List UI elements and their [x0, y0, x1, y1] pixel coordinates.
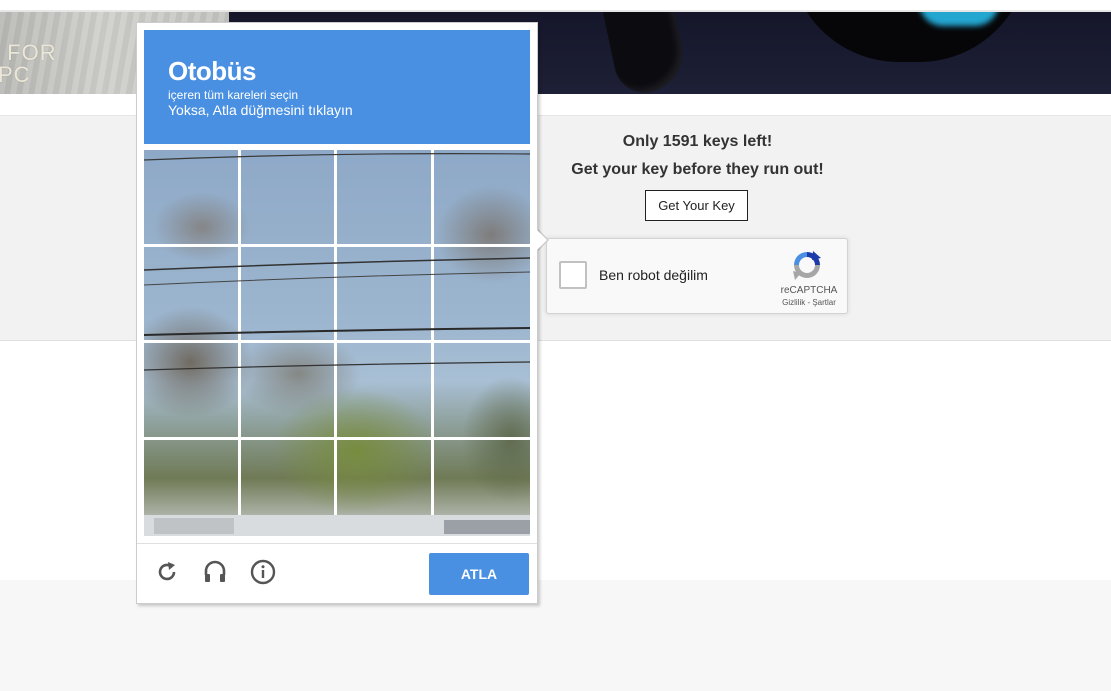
grid-tile[interactable]: [434, 440, 531, 537]
grid-tile[interactable]: [241, 439, 337, 536]
grid-tile[interactable]: [433, 247, 530, 343]
grid-tile[interactable]: [144, 246, 241, 343]
recaptcha-checkbox[interactable]: [559, 261, 587, 289]
grid-tile[interactable]: [337, 439, 434, 536]
grid-tile[interactable]: [337, 246, 434, 343]
challenge-instruction: içeren tüm kareleri seçin: [168, 88, 299, 102]
grid-tile[interactable]: [144, 343, 241, 440]
grid-tile[interactable]: [144, 439, 241, 536]
recaptcha-terms-link[interactable]: Gizlilik - Şartlar: [773, 298, 845, 307]
top-bar: [0, 0, 1111, 12]
banner-text: T FOR PC: [0, 42, 57, 86]
challenge-target-word: Otobüs: [168, 56, 257, 86]
recaptcha-brand: reCAPTCHA: [780, 285, 838, 296]
skip-button[interactable]: ATLA: [429, 553, 529, 595]
recaptcha-challenge-dialog: Otobüs içeren tüm kareleri seçin Yoksa, …: [136, 22, 538, 604]
grid-tile[interactable]: [337, 150, 434, 247]
banner-device-shape: [598, 12, 690, 94]
promo-subtitle: Get your key before they run out!: [571, 161, 824, 178]
grid-tile[interactable]: [240, 150, 337, 247]
recaptcha-widget: Ben robot değilim reCAPTCHA Gizlilik - Ş…: [546, 238, 848, 314]
challenge-image-grid: [144, 150, 530, 536]
banner-device-shape-2: [789, 12, 1029, 62]
grid-tile[interactable]: [144, 150, 241, 247]
grid-tile[interactable]: [240, 246, 337, 343]
reload-icon[interactable]: [153, 558, 181, 586]
banner-text-line2: PC: [0, 62, 31, 87]
recaptcha-label: Ben robot değilim: [599, 267, 708, 283]
challenge-header: Otobüs içeren tüm kareleri seçin Yoksa, …: [144, 30, 530, 144]
grid-tile[interactable]: [337, 343, 434, 440]
challenge-pointer-inner: [537, 230, 547, 250]
grid-tile[interactable]: [433, 343, 530, 440]
challenge-skip-hint: Yoksa, Atla düğmesini tıklayın: [168, 102, 353, 118]
challenge-footer: ATLA: [137, 544, 537, 603]
recaptcha-logo-icon: [793, 251, 821, 280]
headphones-icon[interactable]: [201, 558, 229, 586]
grid-tile[interactable]: [240, 343, 337, 440]
keys-left-text: Only 1591 keys left!: [622, 133, 773, 150]
info-icon[interactable]: [249, 558, 277, 586]
get-key-button[interactable]: Get Your Key: [645, 190, 748, 221]
grid-tile[interactable]: [433, 150, 530, 247]
